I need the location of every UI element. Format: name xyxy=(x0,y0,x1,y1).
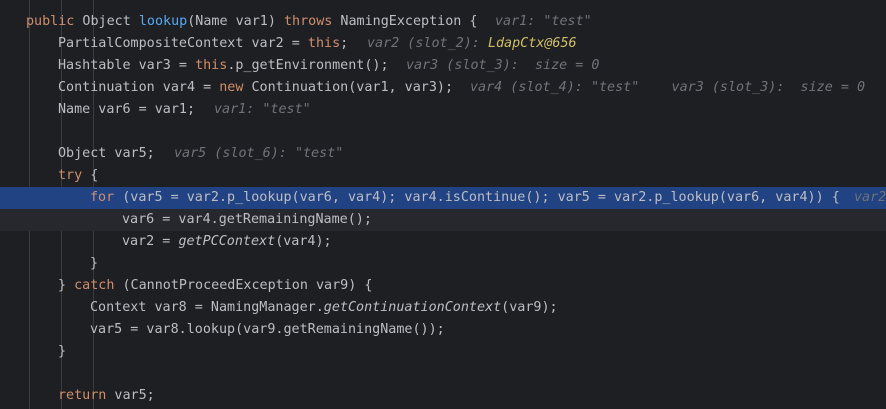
code-token: catch xyxy=(74,278,115,293)
code-token: this xyxy=(195,58,228,73)
code-token: var3 (slot_3): size = 0 xyxy=(639,80,866,95)
code-token: } xyxy=(58,278,75,293)
code-line-6[interactable] xyxy=(0,121,886,143)
code-text: } xyxy=(58,341,66,363)
execution-point-line[interactable]: for (var5 = var2.p_lookup(var6, var4); v… xyxy=(0,187,886,209)
code-text: PartialCompositeContext var2 = this; xyxy=(58,33,348,55)
inline-value-hint: var1: "test" xyxy=(495,11,592,33)
code-line-12[interactable]: } xyxy=(0,253,886,275)
code-line-15[interactable]: var5 = var8.lookup(var9.getRemainingName… xyxy=(0,319,886,341)
inline-value-hint: var2 (slot_2): LdapCtx@656 xyxy=(367,33,577,55)
code-token: Continuation(var1, var3); xyxy=(243,80,454,95)
code-text: Context var8 = NamingManager.getContinua… xyxy=(90,297,558,319)
code-text: return var5; xyxy=(58,385,155,407)
code-token: (var9); xyxy=(501,300,558,315)
code-line-13[interactable]: } catch (CannotProceedException var9) { xyxy=(0,275,886,297)
code-token: "test" xyxy=(590,80,640,95)
code-token: var4 (slot_4): xyxy=(470,80,591,95)
code-editor[interactable]: public Object lookup(Name var1) throws N… xyxy=(0,0,886,409)
code-token: Hashtable var3 = xyxy=(58,58,196,73)
code-token: NamingException { xyxy=(332,14,478,29)
code-text: Continuation var4 = new Continuation(var… xyxy=(58,77,453,99)
code-token: Object var5; xyxy=(58,146,155,161)
inline-value-hint: var1: "test" xyxy=(214,99,311,121)
code-text: var5 = var8.lookup(var9.getRemainingName… xyxy=(90,319,445,341)
code-text: public Object lookup(Name var1) throws N… xyxy=(26,11,478,33)
code-token: (var5 = var2.p_lookup(var6, var4); var4.… xyxy=(114,190,840,205)
code-line-10[interactable]: var6 = var4.getRemainingName(); xyxy=(0,209,886,231)
code-line-11[interactable]: var2 = getPCContext(var4); xyxy=(0,231,886,253)
inline-value-hint: var3 (slot_3): size = 0 xyxy=(406,55,599,77)
code-line-5[interactable]: Name var6 = var1; var1: "test" xyxy=(0,99,886,121)
code-text: Hashtable var3 = this.p_getEnvironment()… xyxy=(58,55,389,77)
code-line-3[interactable]: Hashtable var3 = this.p_getEnvironment()… xyxy=(0,55,886,77)
code-token: for xyxy=(90,190,115,205)
code-text: Name var6 = var1; xyxy=(58,99,195,121)
code-token: getContinuationContext xyxy=(323,300,502,315)
code-token: Context var8 = NamingManager. xyxy=(90,300,324,315)
code-token: this xyxy=(307,36,341,51)
code-token: public xyxy=(26,14,75,29)
code-line-18[interactable]: return var5; xyxy=(0,385,886,407)
inline-value-hint: var5 (slot_6): "test" xyxy=(174,143,343,165)
code-token: Continuation var4 = xyxy=(58,80,220,95)
code-token: (CannotProceedException var9) { xyxy=(114,278,373,293)
code-line-2[interactable]: PartialCompositeContext var2 = this; var… xyxy=(0,33,886,55)
code-token: var3 (slot_3): size = 0 xyxy=(406,58,600,73)
code-token: new xyxy=(219,80,244,95)
code-token: var6 = var4.getRemainingName(); xyxy=(122,212,372,227)
code-token: (Name var1) xyxy=(187,14,284,29)
code-token: var1: xyxy=(495,14,544,29)
code-text: } catch (CannotProceedException var9) { xyxy=(58,275,372,297)
code-line-17[interactable] xyxy=(0,363,886,385)
code-text: try { xyxy=(58,165,98,187)
code-token: LdapCtx@656 xyxy=(487,36,577,51)
code-token: var2 (slot_2): xyxy=(367,36,488,51)
code-text: for (var5 = var2.p_lookup(var6, var4); v… xyxy=(90,187,840,209)
code-token: var5 = var8.lookup(var9.getRemainingName… xyxy=(90,322,445,337)
code-token: try xyxy=(58,168,83,183)
code-token: var2 = xyxy=(122,234,179,249)
code-token: var5; xyxy=(106,388,155,403)
code-token: { xyxy=(82,168,99,183)
inline-value-hint: var4 (slot_4): "test" var3 (slot_3): siz… xyxy=(470,77,865,99)
code-token: lookup xyxy=(138,14,188,29)
code-token: } xyxy=(90,256,99,271)
code-line-16[interactable]: } xyxy=(0,341,886,363)
code-line-8[interactable]: try { xyxy=(0,165,886,187)
inline-value-hint: var2 xyxy=(854,187,886,209)
code-text: var2 = getPCContext(var4); xyxy=(122,231,332,253)
code-token: return xyxy=(58,388,107,403)
code-token: var1: xyxy=(214,102,263,117)
code-token: .p_getEnvironment(); xyxy=(227,58,389,73)
code-token: ; xyxy=(340,36,349,51)
code-token: var2 xyxy=(854,190,886,205)
code-token: } xyxy=(58,344,67,359)
code-token: getPCContext xyxy=(178,234,276,249)
code-token: Object xyxy=(74,14,139,29)
code-token: "test" xyxy=(262,102,311,117)
code-text: Object var5; xyxy=(58,143,155,165)
code-token: var5 (slot_6): xyxy=(174,146,295,161)
code-token: (var4); xyxy=(275,234,332,249)
code-token: Name var6 = var1; xyxy=(58,102,196,117)
code-token: PartialCompositeContext var2 = xyxy=(58,36,308,51)
code-line-7[interactable]: Object var5; var5 (slot_6): "test" xyxy=(0,143,886,165)
code-text: var6 = var4.getRemainingName(); xyxy=(122,209,372,231)
code-line-4[interactable]: Continuation var4 = new Continuation(var… xyxy=(0,77,886,99)
code-line-1[interactable]: public Object lookup(Name var1) throws N… xyxy=(0,11,886,33)
code-text: } xyxy=(90,253,98,275)
code-line-14[interactable]: Context var8 = NamingManager.getContinua… xyxy=(0,297,886,319)
code-token: "test" xyxy=(294,146,344,161)
code-token: "test" xyxy=(543,14,592,29)
code-token: throws xyxy=(284,14,333,29)
